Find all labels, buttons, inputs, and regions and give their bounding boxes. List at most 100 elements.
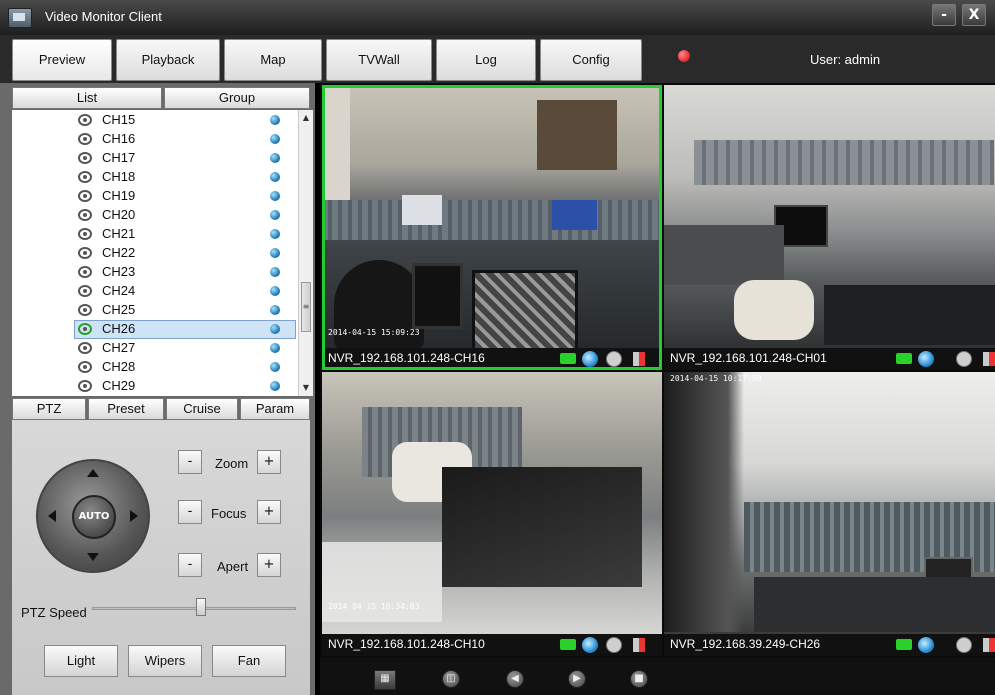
snapshot-icon[interactable] [606,351,622,367]
tab-list[interactable]: List [12,87,162,109]
camera-icon [78,228,92,240]
channel-name: CH15 [102,112,136,127]
snapshot-icon[interactable] [956,637,972,653]
record-icon[interactable] [560,353,576,364]
camera-icon [78,114,92,126]
snapshot-icon[interactable] [606,637,622,653]
fan-button[interactable]: Fan [212,645,286,677]
tab-preview[interactable]: Preview [12,39,112,81]
snapshot-icon[interactable] [956,351,972,367]
status-dot-icon [270,286,280,296]
record-icon[interactable] [560,639,576,650]
status-dot-icon [270,210,280,220]
audio-mute-icon[interactable] [983,638,995,652]
video-tile-3[interactable]: 2014 04 15 16:34:03 NVR_192.168.101.248-… [322,372,662,656]
video-feed[interactable] [664,85,995,348]
camera-icon [78,285,92,297]
record-icon[interactable] [896,639,912,650]
status-dot-icon [270,153,280,163]
channel-row[interactable]: CH17 [12,149,298,168]
preview-icon[interactable] [918,637,934,653]
tab-ptz[interactable]: PTZ [12,398,86,420]
focus-plus-button[interactable]: + [257,500,281,524]
audio-mute-icon[interactable] [633,352,645,366]
layout-grid-icon[interactable]: ▦ [374,670,396,690]
arrow-left-icon[interactable] [48,510,56,522]
scroll-down-icon[interactable]: ▼ [299,380,313,396]
ptz-speed-slider-thumb[interactable] [196,598,206,616]
ptz-speed-slider[interactable] [92,607,296,610]
next-page-icon[interactable]: ▶ [568,670,586,688]
tab-playback[interactable]: Playback [116,39,220,81]
apert-plus-button[interactable]: + [257,553,281,577]
channel-name: CH18 [102,169,136,184]
arrow-right-icon[interactable] [130,510,138,522]
close-button[interactable]: X [962,4,986,26]
channel-row[interactable]: CH24 [12,282,298,301]
video-channel-name: NVR_192.168.101.248-CH01 [670,351,827,365]
tab-group[interactable]: Group [164,87,310,109]
channel-row[interactable]: CH21 [12,225,298,244]
video-timestamp: 2014-04-15 10:17:50 [670,374,762,383]
alarm-indicator-icon[interactable] [678,50,690,62]
video-tile-1[interactable]: 2014-04-15 15:09:23 NVR_192.168.101.248-… [322,85,662,370]
tab-cruise[interactable]: Cruise [166,398,238,420]
arrow-up-icon[interactable] [87,469,99,477]
channel-row[interactable]: CH18 [12,168,298,187]
status-dot-icon [270,172,280,182]
record-icon[interactable] [896,353,912,364]
video-channel-name: NVR_192.168.39.249-CH26 [670,637,821,651]
ptz-direction-pad[interactable]: AUTO [36,459,150,573]
tab-tvwall[interactable]: TVWall [326,39,432,81]
video-feed[interactable] [322,372,662,634]
focus-label: Focus [211,506,247,521]
zoom-plus-button[interactable]: + [257,450,281,474]
status-dot-icon [270,267,280,277]
tab-config[interactable]: Config [540,39,642,81]
wipers-button[interactable]: Wipers [128,645,202,677]
zoom-minus-button[interactable]: - [178,450,202,474]
audio-mute-icon[interactable] [983,352,995,366]
video-feed[interactable] [664,372,995,634]
channel-row[interactable]: CH27 [12,339,298,358]
light-button[interactable]: Light [44,645,118,677]
channel-row[interactable]: CH20 [12,206,298,225]
focus-minus-button[interactable]: - [178,500,202,524]
snapshot-all-icon[interactable]: ◫ [442,670,460,688]
video-feed[interactable] [322,85,662,351]
stop-all-icon[interactable]: ■ [630,670,648,688]
app-icon [8,8,32,28]
channel-row[interactable]: CH25 [12,301,298,320]
minimize-button[interactable]: - [932,4,956,26]
channel-row[interactable]: CH15 [12,111,298,130]
arrow-down-icon[interactable] [87,553,99,561]
video-tile-4[interactable]: 2014-04-15 10:17:50 NVR_192.168.39.249-C… [664,372,995,656]
camera-icon [78,266,92,278]
channel-row[interactable]: CH16 [12,130,298,149]
tab-map[interactable]: Map [224,39,322,81]
channel-row[interactable]: CH28 [12,358,298,377]
audio-mute-icon[interactable] [633,638,645,652]
auto-button[interactable]: AUTO [72,495,116,539]
tab-log[interactable]: Log [436,39,536,81]
video-tile-2[interactable]: NVR_192.168.101.248-CH01 [664,85,995,370]
tree-scrollbar[interactable]: ▲ ≡ ▼ [298,110,313,396]
preview-icon[interactable] [582,351,598,367]
apert-minus-button[interactable]: - [178,553,202,577]
scroll-thumb[interactable]: ≡ [301,282,311,332]
channel-row-selected[interactable]: CH26 [12,320,298,339]
channel-row[interactable]: CH22 [12,244,298,263]
list-group-tabs: List Group [12,87,310,109]
channel-row[interactable]: CH29 [12,377,298,396]
preview-icon[interactable] [582,637,598,653]
channel-row[interactable]: CH23 [12,263,298,282]
scroll-up-icon[interactable]: ▲ [299,110,313,126]
tab-param[interactable]: Param [240,398,310,420]
tab-preset[interactable]: Preset [88,398,164,420]
preview-icon[interactable] [918,351,934,367]
camera-icon [78,133,92,145]
channel-row[interactable]: CH19 [12,187,298,206]
previous-page-icon[interactable]: ◀ [506,670,524,688]
channel-name: CH27 [102,340,136,355]
user-label: User: admin [810,52,881,67]
